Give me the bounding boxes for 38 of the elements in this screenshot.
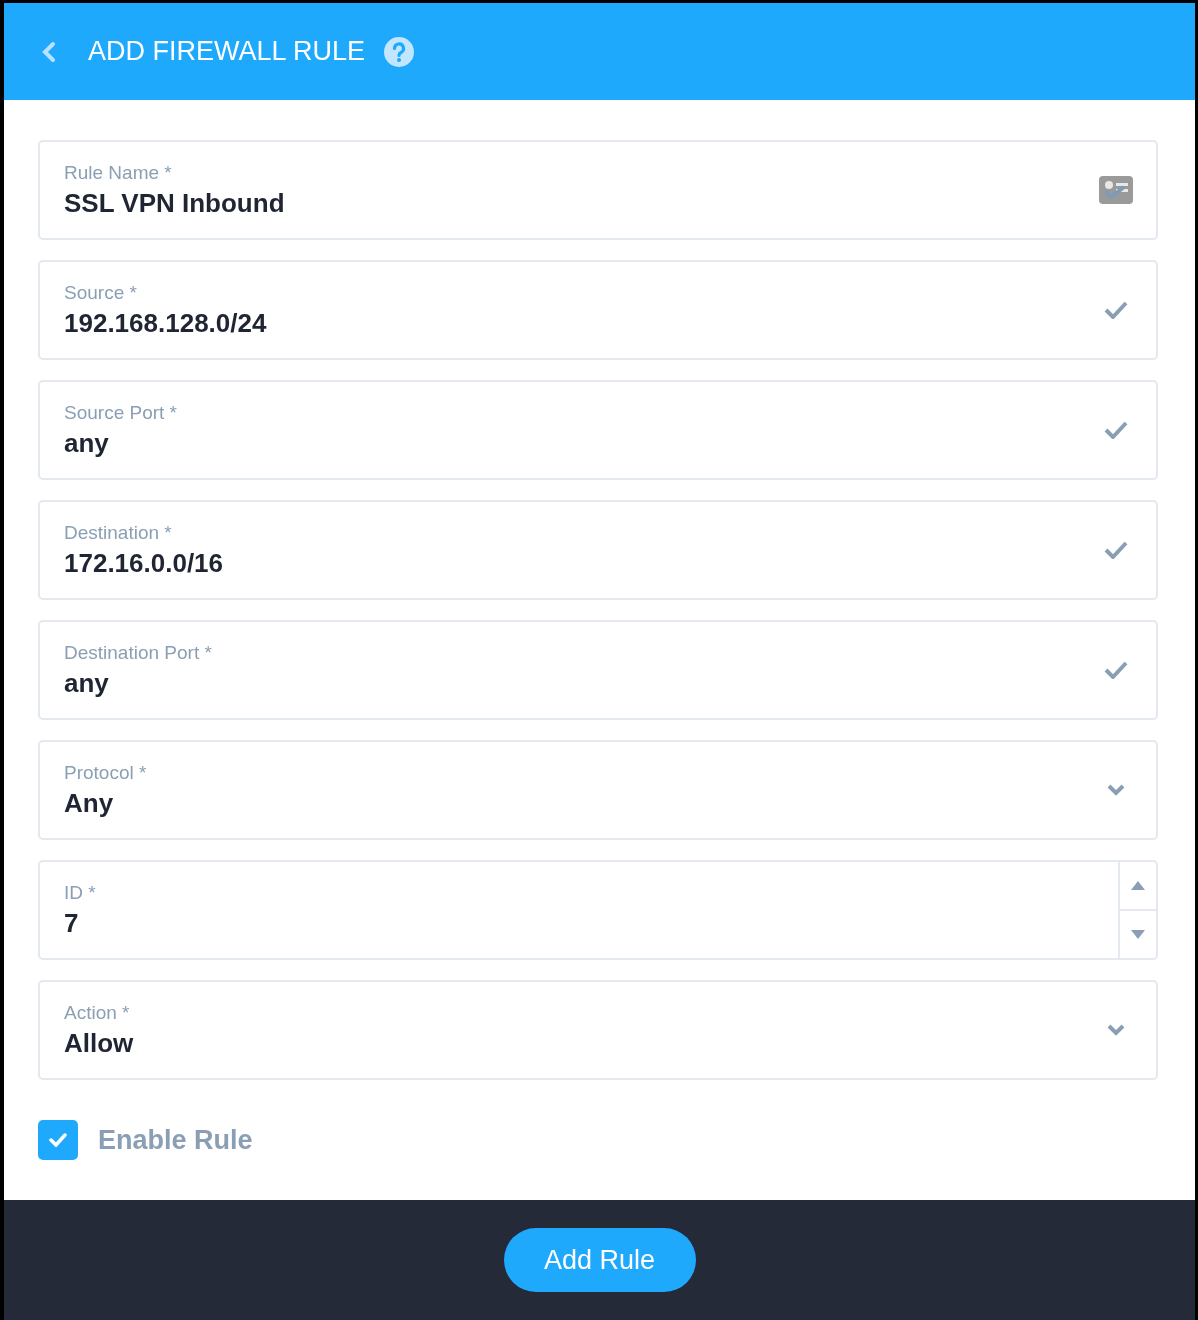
select-field[interactable]: Action * Allow [38, 980, 1158, 1080]
field-label: Destination * [64, 521, 173, 544]
field-value: 172.16.0.0/16 [64, 547, 225, 579]
chevron-down-icon[interactable] [1107, 784, 1125, 796]
field-label: Rule Name * [64, 161, 173, 184]
field-label: Source * [64, 281, 138, 304]
select-field[interactable]: Protocol * Any [38, 740, 1158, 840]
triangle-down-icon [1131, 930, 1145, 939]
check-icon [1104, 421, 1128, 439]
field-value: any [64, 427, 110, 459]
contact-card-icon[interactable] [1099, 176, 1133, 204]
field-value: Allow [64, 1027, 135, 1059]
field-label: Destination Port * [64, 641, 213, 664]
input-field[interactable]: Source Port * any [38, 380, 1158, 480]
triangle-up-icon [1131, 881, 1145, 890]
page-title: ADD FIREWALL RULE [88, 36, 366, 67]
check-icon [49, 1133, 67, 1147]
checkbox-label: Enable Rule [98, 1124, 253, 1156]
input-field[interactable]: Destination Port * any [38, 620, 1158, 720]
input-field[interactable]: ID * 7 [38, 860, 1158, 960]
field-value: Any [64, 787, 115, 819]
check-icon [1104, 301, 1128, 319]
field-value: 7 [64, 907, 80, 939]
chevron-down-icon[interactable] [1107, 1024, 1125, 1036]
enable-rule-checkbox[interactable] [38, 1120, 78, 1160]
help-icon[interactable] [383, 35, 416, 68]
input-field[interactable]: Source * 192.168.128.0/24 [38, 260, 1158, 360]
check-icon [1104, 661, 1128, 679]
input-field[interactable]: Destination * 172.16.0.0/16 [38, 500, 1158, 600]
input-field[interactable]: Rule Name * SSL VPN Inbound [38, 140, 1158, 240]
field-label: ID * [64, 881, 97, 904]
field-value: SSL VPN Inbound [64, 187, 286, 219]
check-icon [1104, 541, 1128, 559]
field-value: 192.168.128.0/24 [64, 307, 268, 339]
field-label: Protocol * [64, 761, 148, 784]
field-value: any [64, 667, 110, 699]
field-label: Source Port * [64, 401, 178, 424]
field-label: Action * [64, 1001, 131, 1024]
